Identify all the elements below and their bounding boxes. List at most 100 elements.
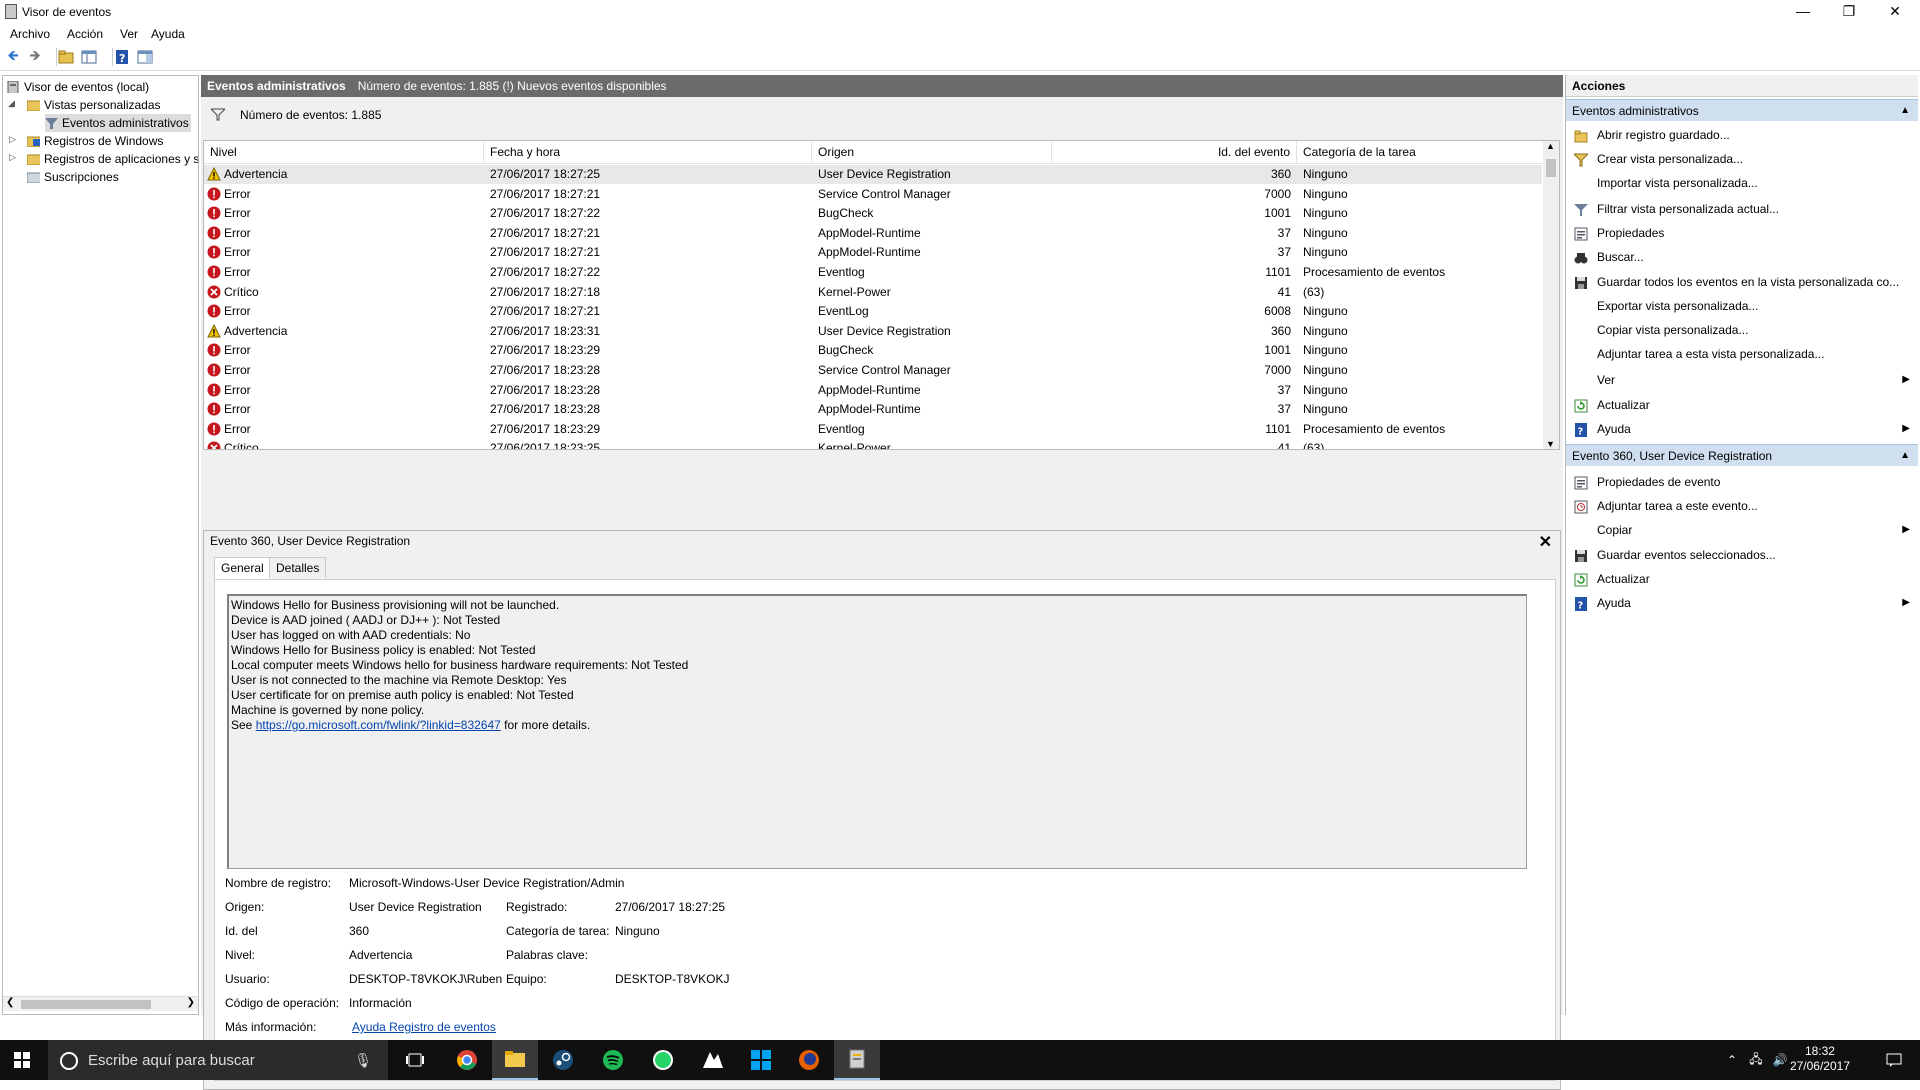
tree-root[interactable]: Visor de eventos (local) [7,78,149,96]
table-row[interactable]: Error 27/06/2017 18:23:29 Eventlog 1101 Proc… [204,420,1542,439]
tree-subscriptions[interactable]: Suscripciones [27,168,119,186]
action-exportar-vista-personalizada[interactable]: Exportar vista personalizada... [1566,295,1918,317]
table-row[interactable]: Error 27/06/2017 18:27:21 AppModel-Runtime… [204,243,1542,262]
column-event-id[interactable]: Id. del evento [1052,141,1297,163]
menu-ayuda[interactable]: Ayuda [151,27,185,41]
microphone-icon[interactable]: 🎙 [354,1052,372,1069]
table-row[interactable]: Error 27/06/2017 18:27:21 Service Control … [204,185,1542,204]
action-ver[interactable]: Ver ▶ [1566,369,1918,391]
help-icon[interactable]: ? [112,48,131,66]
grid-vertical-scrollbar[interactable]: ▲ ▼ [1543,141,1559,449]
column-source[interactable]: Origen [812,141,1052,163]
action-actualizar[interactable]: Actualizar [1566,394,1918,416]
volume-icon[interactable]: 🔊 [1770,1040,1790,1080]
close-button[interactable]: ✕ [1872,0,1918,24]
chevron-down-icon[interactable]: ◢ [8,98,18,109]
tab-details[interactable]: Detalles [269,557,327,578]
table-row[interactable]: Error 27/06/2017 18:27:22 BugCheck 1001 Ning… [204,204,1542,223]
tree-horizontal-scrollbar[interactable]: ❮ ❯ [3,996,198,1011]
menu-archivo[interactable]: Archivo [10,27,50,41]
action-propiedades[interactable]: Propiedades [1566,222,1918,244]
action-copiar[interactable]: Copiar ▶ [1566,519,1918,541]
tree-admin-events[interactable]: Eventos administrativos [45,114,191,132]
menu-accion[interactable]: Acción [67,27,103,41]
scroll-thumb[interactable] [21,1000,151,1009]
whatsapp-icon[interactable] [640,1040,686,1080]
tree-windows-logs[interactable]: Registros de Windows [27,132,163,150]
action-ayuda[interactable]: ? Ayuda ▶ [1566,592,1918,614]
cell-level: Advertencia [207,322,482,341]
collapse-icon[interactable]: ▲ [1900,445,1910,467]
taskbar-search[interactable]: Escribe aquí para buscar 🎙 [48,1040,388,1080]
restore-button[interactable]: ❐ [1826,0,1872,24]
action-propiedades-de-evento[interactable]: Propiedades de evento [1566,471,1918,493]
section-admin-events[interactable]: Eventos administrativos ▲ [1566,99,1918,121]
view-pane-icon[interactable] [80,48,98,66]
tree-custom-views[interactable]: Vistas personalizadas [27,96,161,114]
task-view-icon[interactable] [392,1040,438,1080]
tree-app-logs[interactable]: Registros de aplicaciones y s [27,150,198,168]
tab-general[interactable]: General [214,557,271,580]
action-adjuntar-tarea-a-esta-vista-personalizada[interactable]: Adjuntar tarea a esta vista personalizad… [1566,343,1918,365]
scroll-right-icon[interactable]: ❯ [187,997,195,1008]
windows-store-icon[interactable] [738,1040,784,1080]
table-row[interactable]: Error 27/06/2017 18:27:21 AppModel-Runtime… [204,224,1542,243]
fwlink-link[interactable]: https://go.microsoft.com/fwlink/?linkid=… [256,718,501,732]
event-message[interactable]: Windows Hello for Business provisioning … [227,594,1527,869]
table-row[interactable]: Error 27/06/2017 18:23:28 Service Control … [204,361,1542,380]
action-adjuntar-tarea-a-este-evento[interactable]: Adjuntar tarea a este evento... [1566,495,1918,517]
action-buscar[interactable]: Buscar... [1566,246,1918,268]
chevron-right-icon[interactable]: ▷ [9,134,19,145]
scroll-left-icon[interactable]: ❮ [6,997,14,1008]
chevron-up-icon[interactable]: ⌃ [1722,1040,1742,1080]
firefox-icon[interactable] [786,1040,832,1080]
minimize-button[interactable]: — [1780,0,1826,24]
action-abrir-registro-guardado[interactable]: Abrir registro guardado... [1566,124,1918,146]
collapse-icon[interactable]: ▲ [1900,100,1910,122]
table-row[interactable]: Error 27/06/2017 18:27:22 Eventlog 1101 Proc… [204,263,1542,282]
scroll-down-icon[interactable]: ▼ [1546,439,1555,449]
chevron-right-icon[interactable]: ▷ [9,152,19,163]
taskbar-clock[interactable]: 18:32 27/06/2017 [1790,1044,1850,1074]
table-row[interactable]: Crítico 27/06/2017 18:27:18 Kernel-Power 41… [204,283,1542,302]
network-icon[interactable]: 🖧 [1746,1040,1766,1080]
table-row[interactable]: Error 27/06/2017 18:27:21 EventLog 6008 Ning… [204,302,1542,321]
column-task-category[interactable]: Categoría de la tarea [1297,141,1542,163]
table-row[interactable]: Advertencia 27/06/2017 18:23:31 User Devic… [204,322,1542,341]
open-folder-icon[interactable] [56,48,75,66]
menu-ver[interactable]: Ver [120,27,138,41]
action-guardar-todos-los-eventos-en-la-vista-personalizada-co[interactable]: Guardar todos los eventos en la vista pe… [1566,271,1918,293]
table-row[interactable]: Error 27/06/2017 18:23:28 AppModel-Runtime… [204,400,1542,419]
table-row[interactable]: Error 27/06/2017 18:23:29 BugCheck 1001 Ning… [204,341,1542,360]
scroll-thumb[interactable] [1546,159,1556,177]
action-filtrar-vista-personalizada-actual[interactable]: Filtrar vista personalizada actual... [1566,198,1918,220]
chrome-icon[interactable] [444,1040,490,1080]
windows-start-icon[interactable] [14,1052,30,1068]
action-actualizar[interactable]: Actualizar [1566,568,1918,590]
column-date[interactable]: Fecha y hora [484,141,812,163]
action-crear-vista-personalizada[interactable]: Crear vista personalizada... [1566,148,1918,170]
column-level[interactable]: Nivel [204,141,484,163]
table-row[interactable]: Error 27/06/2017 18:23:28 AppModel-Runtime… [204,381,1542,400]
section-event-360[interactable]: Evento 360, User Device Registration ▲ [1566,444,1918,466]
spotify-icon[interactable] [590,1040,636,1080]
file-explorer-icon[interactable] [492,1040,538,1080]
event-log-help-link[interactable]: Ayuda Registro de eventos [352,1020,496,1034]
action-ayuda[interactable]: ? Ayuda ▶ [1566,418,1918,440]
steam-icon[interactable] [540,1040,586,1080]
forward-icon[interactable]: 🡺 [26,47,44,66]
corsair-icon[interactable] [690,1040,736,1080]
notifications-icon[interactable] [1874,1040,1914,1080]
action-copiar-vista-personalizada[interactable]: Copiar vista personalizada... [1566,319,1918,341]
scroll-up-icon[interactable]: ▲ [1546,141,1555,151]
back-icon[interactable]: 🡸 [4,47,22,66]
show-action-pane-icon[interactable] [136,48,154,66]
table-row[interactable]: Crítico 27/06/2017 18:23:25 Kernel-Power 41… [204,439,1542,449]
table-row[interactable]: Advertencia 27/06/2017 18:27:25 User Devic… [204,165,1542,184]
error-icon [207,245,221,259]
close-icon[interactable]: ✕ [1539,532,1552,552]
event-viewer-taskbar-icon[interactable] [834,1040,880,1080]
action-importar-vista-personalizada[interactable]: Importar vista personalizada... [1566,172,1918,194]
taskbar: Escribe aquí para buscar 🎙 ⌃ 🖧 🔊 18:32 2… [0,1040,1920,1080]
action-guardar-eventos-seleccionados[interactable]: Guardar eventos seleccionados... [1566,544,1918,566]
